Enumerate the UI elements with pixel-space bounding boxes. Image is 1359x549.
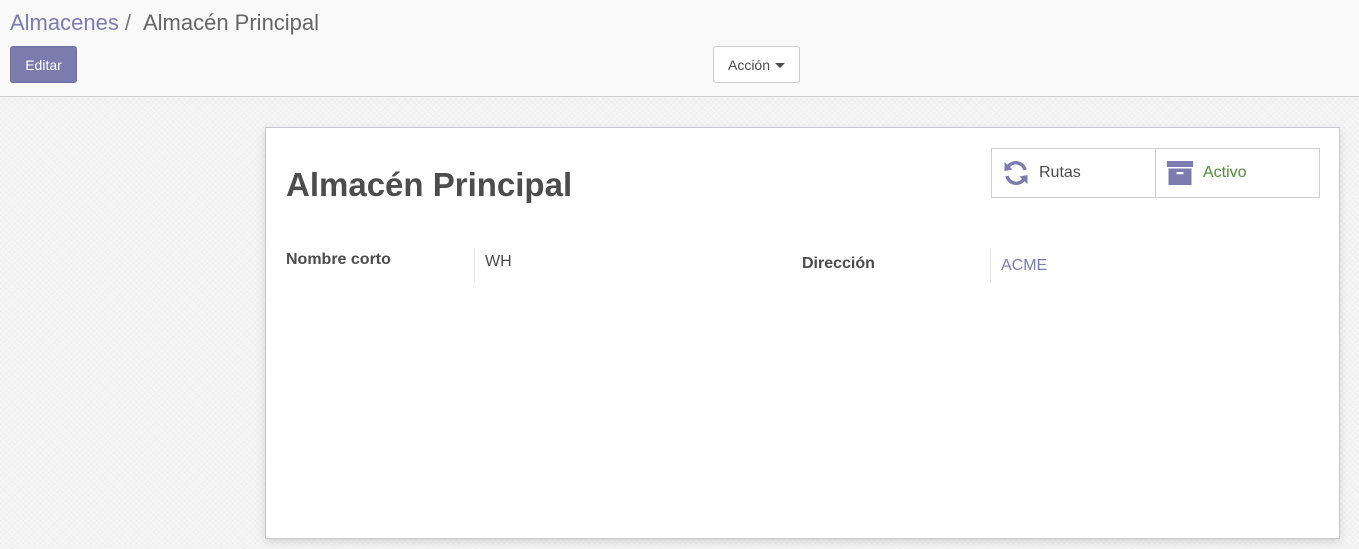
- breadcrumb: Almacenes / Almacén Principal: [10, 9, 319, 37]
- archive-icon: [1166, 159, 1194, 187]
- edit-button[interactable]: Editar: [10, 46, 77, 83]
- control-panel: Almacenes / Almacén Principal Editar Acció…: [0, 0, 1359, 97]
- routes-button-label: Rutas: [1039, 164, 1081, 181]
- active-button-label: Activo: [1203, 164, 1247, 181]
- action-dropdown-button[interactable]: Acción: [713, 46, 800, 83]
- breadcrumb-parent-link[interactable]: Almacenes: [10, 10, 119, 35]
- field-divider: [990, 248, 991, 282]
- refresh-icon: [1002, 159, 1030, 187]
- breadcrumb-current: Almacén Principal: [142, 10, 320, 35]
- form-sheet: Rutas Activo Almacén Principal Nombre co…: [265, 127, 1340, 539]
- address-link[interactable]: ACME: [1001, 257, 1047, 275]
- smart-button-box: Rutas Activo: [991, 148, 1320, 198]
- routes-button[interactable]: Rutas: [992, 149, 1155, 197]
- active-toggle-button[interactable]: Activo: [1155, 149, 1319, 197]
- caret-down-icon: [775, 63, 786, 68]
- address-label: Dirección: [802, 255, 875, 272]
- action-button-label: Acción: [727, 56, 771, 73]
- field-divider: [474, 248, 475, 282]
- record-title: Almacén Principal: [286, 166, 573, 203]
- short-name-label: Nombre corto: [286, 251, 391, 268]
- breadcrumb-separator: /: [124, 10, 131, 35]
- short-name-value: WH: [485, 253, 512, 270]
